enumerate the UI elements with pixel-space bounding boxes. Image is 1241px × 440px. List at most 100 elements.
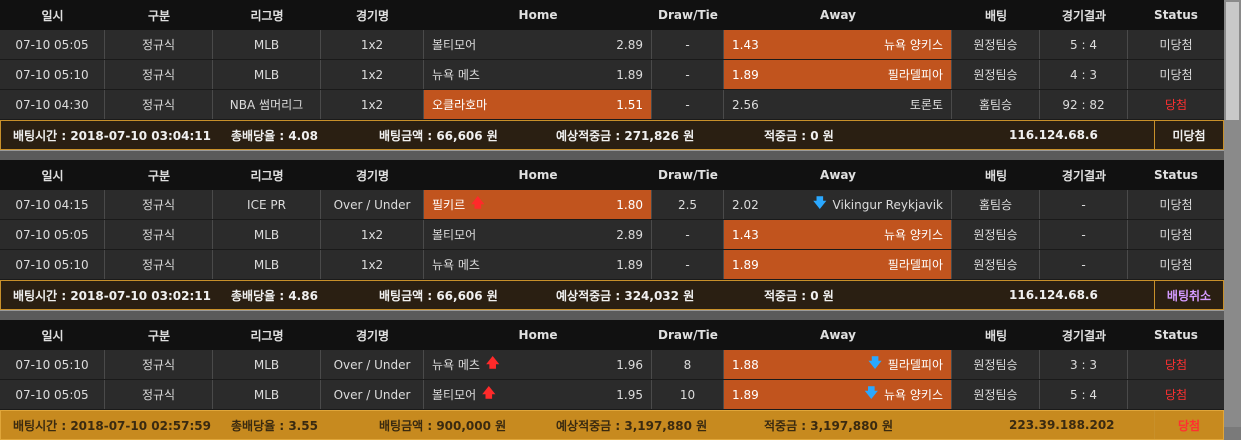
away-pick-button[interactable]: 1.89 필라델피아 [724,250,952,279]
column-header-date: 일시 [41,328,64,343]
column-header-league: 리그명 [250,328,284,343]
slip-summary: 배팅시간 : 2018-07-10 02:57:59 총배당율 : 3.55 배팅금… [0,410,1224,440]
home-pick-button[interactable]: 볼티모어 🡅 1.95 [424,380,652,409]
home-odds: 1.95 [616,387,643,402]
away-team-group: 뉴욕 양키스 [884,226,943,243]
game-type: Over / Under [321,380,424,409]
draw-odds[interactable]: - [652,60,724,89]
home-pick-button[interactable]: 뉴욕 메츠 1.89 [424,60,652,89]
away-team-group: 🡇 Vikingur Reykjavik [813,194,943,216]
away-pick-button[interactable]: 1.89 필라델피아 [724,60,952,89]
ip-address: 116.124.68.6 [1009,128,1098,142]
slip-status: 당첨 [1154,411,1223,439]
bet-type: 정규식 [105,60,213,89]
column-header-type: 구분 [147,168,171,183]
home-team-name: 오클라호마 [432,98,488,112]
draw-odds[interactable]: - [652,90,724,119]
column-header-league: 리그명 [250,168,284,183]
home-odds: 1.89 [616,257,643,272]
match-result: - [1040,220,1128,249]
home-pick-button[interactable]: 볼티모어 2.89 [424,30,652,59]
bet-choice: 원정팀승 [952,60,1040,89]
home-team-name: 볼티모어 [432,228,477,242]
away-pick-button[interactable]: 1.88 🡇 필라델피아 [724,350,952,379]
column-header-type: 구분 [147,328,171,343]
bet-type: 정규식 [105,30,213,59]
league-name: ICE PR [213,190,321,219]
column-header-away: Away [820,328,856,342]
table-header: 일시 구분 리그명 경기명 Home Draw/Tie Away 배팅 경기결과 Status [0,320,1224,350]
home-team-group: 뉴욕 메츠 [432,256,480,273]
match-date: 07-10 05:05 [0,380,105,409]
column-header-date: 일시 [41,168,64,183]
league-name: MLB [213,220,321,249]
column-header-away: Away [820,168,856,182]
column-header-result: 경기결과 [1061,168,1107,183]
draw-odds[interactable]: 8 [652,350,724,379]
away-team-name: 필라델피아 [887,68,943,82]
home-team-name: 필키르 [432,198,466,212]
home-pick-button[interactable]: 볼티모어 2.89 [424,220,652,249]
draw-odds[interactable]: - [652,250,724,279]
column-header-game: 경기명 [355,8,390,23]
home-pick-button[interactable]: 뉴욕 메츠 🡅 1.96 [424,350,652,379]
draw-odds[interactable]: - [652,220,724,249]
game-type: 1x2 [321,90,424,119]
away-pick-button[interactable]: 1.43 뉴욕 양키스 [724,30,952,59]
match-result: 92 : 82 [1040,90,1128,119]
bet-choice: 원정팀승 [952,250,1040,279]
bet-time: 배팅시간 : 2018-07-10 02:57:59 [13,418,211,433]
match-result: - [1040,190,1128,219]
arrow-down-icon: 🡇 [864,385,878,401]
away-odds: 1.89 [732,387,759,402]
league-name: MLB [213,380,321,409]
table-row: 07-10 04:15 정규식 ICE PR Over / Under 필키르 🡅 1.80… [0,190,1224,220]
away-pick-button[interactable]: 1.89 🡇 뉴욕 양키스 [724,380,952,409]
column-header-game: 경기명 [355,328,390,343]
expected-payout: 예상적중금 : 324,032 원 [556,288,695,303]
home-pick-button[interactable]: 오클라호마 1.51 [424,90,652,119]
slip-status: 배팅취소 [1154,281,1223,309]
column-header-draw: Draw/Tie [658,8,718,22]
away-pick-button[interactable]: 2.56 토론토 [724,90,952,119]
league-name: MLB [213,350,321,379]
status-badge: 미당첨 [1159,198,1193,212]
away-team-name: 필라델피아 [887,358,943,372]
draw-odds[interactable]: 2.5 [652,190,724,219]
scrollbar[interactable] [1224,0,1241,427]
draw-odds[interactable]: 10 [652,380,724,409]
home-team-name: 뉴욕 메츠 [432,258,480,272]
ip-address: 223.39.188.202 [1009,418,1115,432]
column-header-status: Status [1154,328,1198,342]
away-pick-button[interactable]: 1.43 뉴욕 양키스 [724,220,952,249]
bet-choice: 홈팀승 [952,190,1040,219]
home-pick-button[interactable]: 필키르 🡅 1.80 [424,190,652,219]
column-header-bet: 배팅 [984,328,1008,343]
hit-amount: 적중금 : 3,197,880 원 [764,418,894,433]
scrollbar-thumb[interactable] [1226,2,1239,120]
column-header-home: Home [518,328,558,342]
table-row: 07-10 05:10 정규식 MLB 1x2 뉴욕 메츠 1.89-1.89 필라델피아 원… [0,60,1224,90]
column-header-status: Status [1154,8,1198,22]
draw-odds[interactable]: - [652,30,724,59]
bet-amount: 배팅금액 : 900,000 원 [379,418,507,433]
game-type: 1x2 [321,250,424,279]
column-header-league: 리그명 [250,8,284,23]
away-team-name: 뉴욕 양키스 [883,228,943,242]
home-odds: 2.89 [616,37,643,52]
away-team-group: 🡇 뉴욕 양키스 [865,384,943,406]
home-team-name: 뉴욕 메츠 [432,68,480,82]
total-odds: 총배당율 : 4.86 [231,288,318,303]
home-pick-button[interactable]: 뉴욕 메츠 1.89 [424,250,652,279]
match-result: 4 : 3 [1040,60,1128,89]
column-header-status: Status [1154,168,1198,182]
match-date: 07-10 04:30 [0,90,105,119]
ip-address: 116.124.68.6 [1009,288,1098,302]
away-odds: 1.43 [732,37,759,52]
home-odds: 1.96 [616,357,643,372]
away-pick-button[interactable]: 2.02 🡇 Vikingur Reykjavik [724,190,952,219]
table-row: 07-10 05:10 정규식 MLB Over / Under 뉴욕 메츠 🡅 1.96 8… [0,350,1224,380]
total-odds: 총배당율 : 4.08 [231,128,318,143]
column-header-date: 일시 [41,8,64,23]
home-team-name: 볼티모어 [432,388,477,402]
